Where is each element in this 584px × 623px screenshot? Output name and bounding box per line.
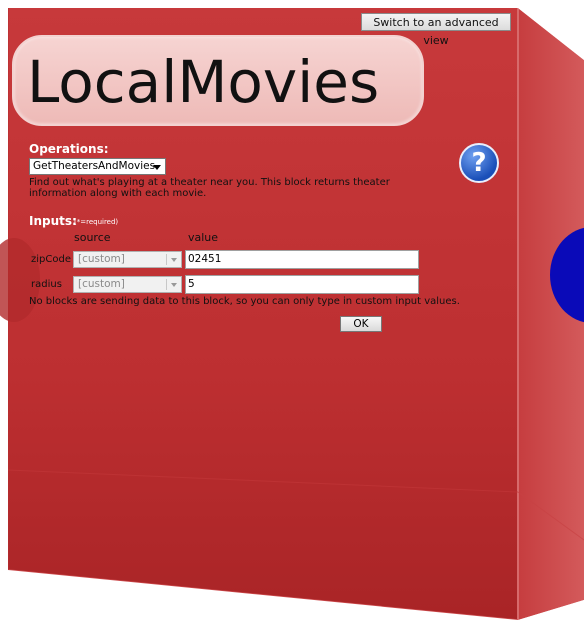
source-select-value: [custom] [78, 278, 125, 290]
chevron-down-icon [153, 165, 161, 170]
help-icon[interactable]: ? [459, 143, 499, 183]
required-note: (*=required) [74, 218, 119, 226]
no-blocks-note: No blocks are sending data to this block… [29, 296, 460, 307]
select-separator [166, 279, 167, 290]
value-column-header: value [188, 231, 219, 244]
operations-select[interactable]: GetTheatersAndMovies [29, 158, 166, 175]
app-title: LocalMovies [27, 48, 380, 116]
input-label-radius: radius [31, 279, 62, 290]
source-select-zipcode[interactable]: [custom] [73, 251, 182, 268]
input-label-zipcode: zipCode [31, 254, 71, 265]
value-input-zipcode[interactable]: 02451 [185, 250, 419, 269]
operations-label: Operations: [29, 142, 109, 156]
chevron-down-icon [171, 283, 177, 287]
source-column-header: source [74, 231, 111, 244]
source-select-radius[interactable]: [custom] [73, 276, 182, 293]
chevron-down-icon [171, 258, 177, 262]
operations-selected-value: GetTheatersAndMovies [33, 160, 156, 172]
ok-button[interactable]: OK [340, 316, 382, 332]
advanced-view-button[interactable]: Switch to an advanced view [361, 13, 511, 47]
value-input-radius[interactable]: 5 [185, 275, 419, 294]
source-select-value: [custom] [78, 253, 125, 265]
operation-description: Find out what's playing at a theater nea… [29, 177, 390, 199]
inputs-label: Inputs: [29, 214, 77, 228]
select-separator [166, 254, 167, 265]
